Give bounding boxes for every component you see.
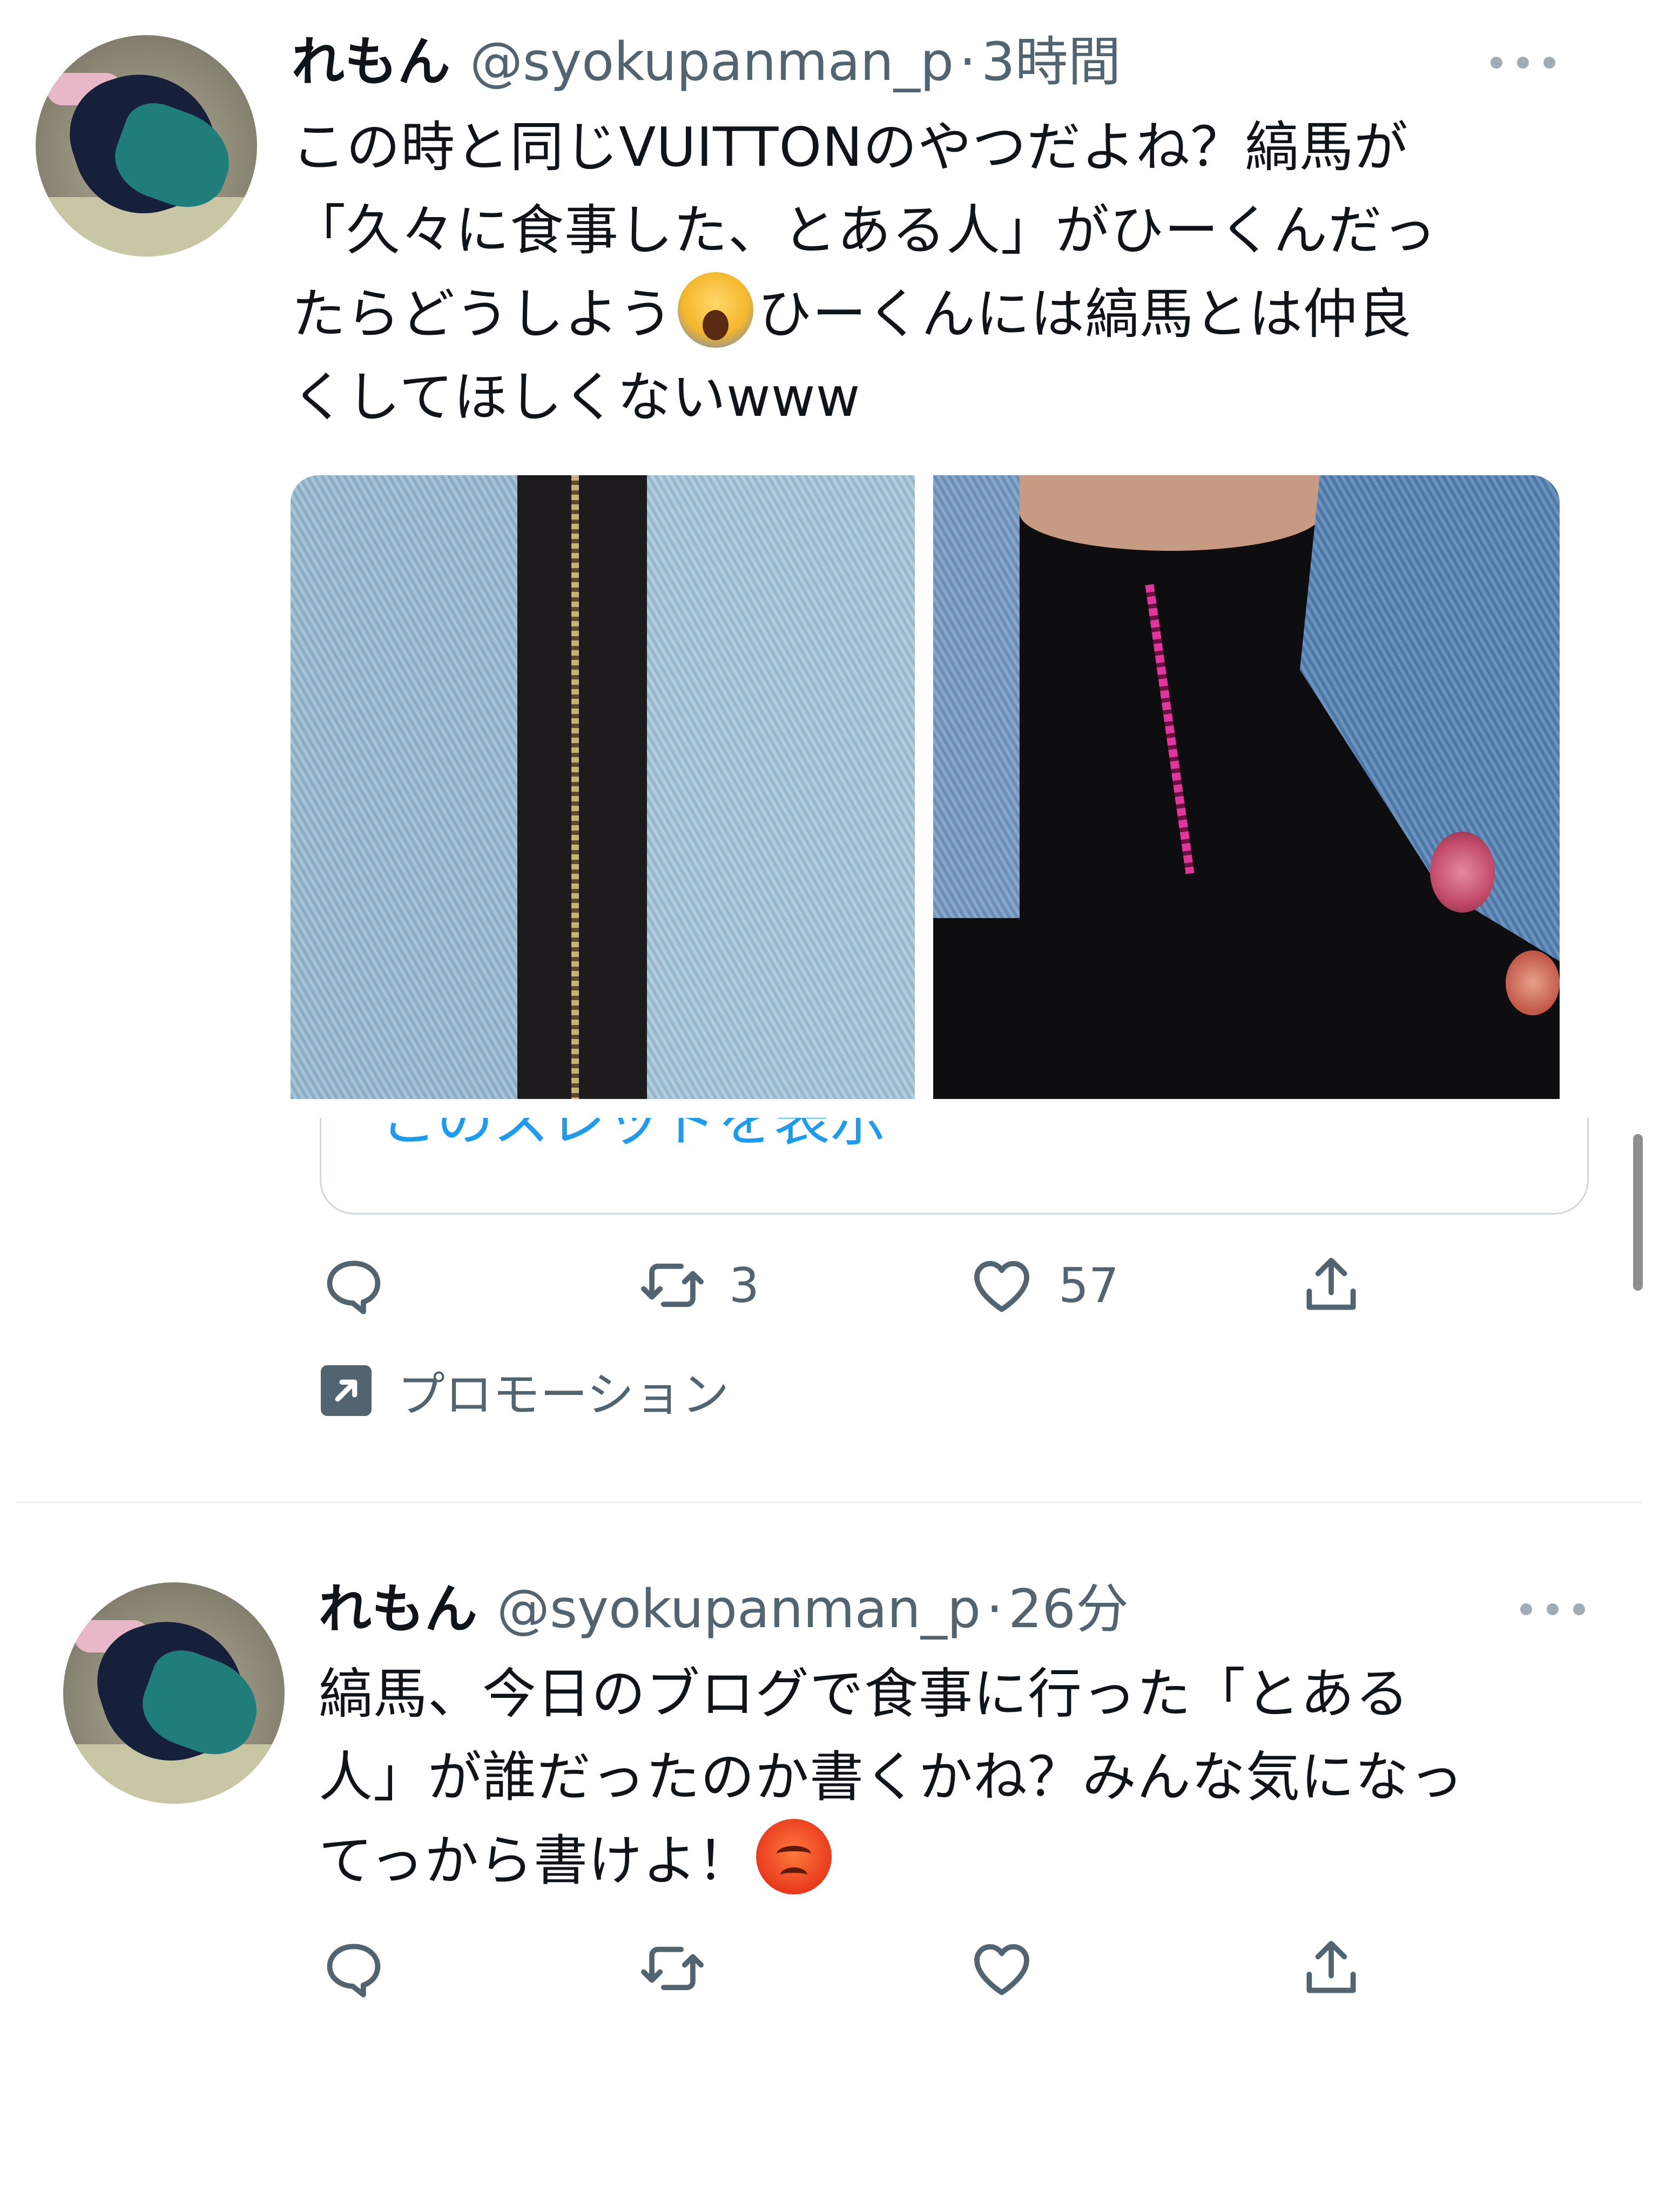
timestamp[interactable]: 3時間 (981, 30, 1121, 95)
tweet-text-line: たらどうしよう ひーくんには縞馬とは仲良 (292, 272, 1437, 356)
angry-face-emoji (756, 1819, 832, 1894)
more-dots-icon[interactable] (1491, 52, 1555, 73)
reply-icon (327, 1944, 381, 1998)
reply-button[interactable] (319, 1253, 410, 1318)
tweet-text-segment: てっから書けよ！ (319, 1829, 752, 1892)
share-icon (1306, 1941, 1356, 1993)
timeline: れもん @syokupanman_p · 3時間 この時と同じVUITTONのや… (0, 0, 1659, 2212)
show-thread-link[interactable]: このスレッドを表示 (381, 1118, 886, 1161)
like-button[interactable]: 57 (967, 1253, 1119, 1318)
avatar[interactable] (36, 35, 257, 257)
like-count: 57 (1058, 1257, 1119, 1313)
tweet-header: れもん @syokupanman_p · 26分 (319, 1577, 1129, 1642)
tweet-text-line: くしてほしくないwww (292, 366, 861, 429)
tweet-text-segment: たらどうしよう (292, 282, 673, 346)
retweet-button[interactable] (637, 1936, 729, 2001)
tweet-photo-right[interactable] (933, 475, 1560, 1099)
tweet-text-line: この時と同じVUITTONのやつだよね？縞馬が (292, 116, 1409, 179)
tweet-photo-left[interactable] (291, 475, 915, 1099)
tweet-text: この時と同じVUITTONのやつだよね？縞馬が 「久々に食事した、とある人」がひ… (292, 106, 1437, 439)
reply-button[interactable] (319, 1936, 410, 2001)
tweet-header: れもん @syokupanman_p · 3時間 (292, 30, 1121, 95)
promoted-arrow-icon (321, 1365, 372, 1416)
reply-icon (327, 1260, 381, 1314)
separator: · (986, 1579, 1003, 1640)
more-dots-icon[interactable] (1520, 1599, 1585, 1620)
scrollbar[interactable] (1633, 1134, 1643, 1291)
user-handle[interactable]: @syokupanman_p (497, 1577, 981, 1642)
promoted-label[interactable]: プロモーション (321, 1355, 729, 1426)
heart-icon (974, 1944, 1029, 1995)
face-screaming-emoji (678, 272, 753, 348)
tweet-divider (16, 1501, 1643, 1503)
share-button[interactable] (1296, 1253, 1366, 1318)
retweet-icon (641, 1946, 704, 1991)
share-button[interactable] (1296, 1936, 1366, 2001)
like-button[interactable] (967, 1936, 1058, 2001)
separator: · (959, 31, 976, 93)
avatar[interactable] (63, 1582, 285, 1804)
user-handle[interactable]: @syokupanman_p (470, 30, 954, 95)
retweet-button[interactable]: 3 (637, 1253, 759, 1318)
tweet-text-line: 人」が誰だったのか書くかね？みんな気になっ (319, 1745, 1464, 1809)
tweet-text: 縞馬、今日のブログで食事に行った「とある 人」が誰だったのか書くかね？みんな気に… (319, 1653, 1464, 1903)
heart-icon (974, 1261, 1029, 1312)
tweet-text-line: 「久々に食事した、とある人」がひーくんだっ (292, 199, 1437, 262)
tweet-text-line: 縞馬、今日のブログで食事に行った「とある (319, 1662, 1410, 1725)
thread-card[interactable]: このスレッドを表示 (320, 1118, 1589, 1215)
tweet-text-line: てっから書けよ！ (319, 1819, 1464, 1903)
tweet-text-segment: ひーくんには縞馬とは仲良 (758, 282, 1412, 346)
promoted-text: プロモーション (397, 1366, 730, 1422)
display-name[interactable]: れもん (319, 1577, 477, 1642)
share-icon (1306, 1258, 1356, 1310)
retweet-icon (641, 1263, 704, 1307)
display-name[interactable]: れもん (292, 30, 450, 95)
timestamp[interactable]: 26分 (1008, 1577, 1129, 1642)
retweet-count: 3 (729, 1257, 759, 1313)
